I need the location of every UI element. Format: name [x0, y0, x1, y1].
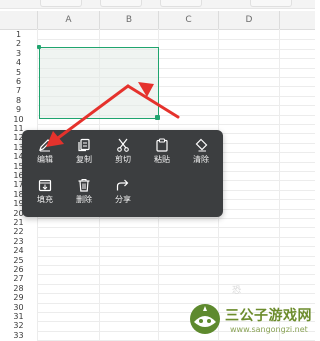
toolbar-tab[interactable]	[160, 0, 202, 7]
row-gridline	[37, 227, 315, 229]
row-header[interactable]: 24	[0, 246, 37, 255]
row-gridline	[37, 293, 315, 295]
fill-icon	[38, 179, 52, 192]
cut-menu-item[interactable]: 剪切	[108, 138, 138, 174]
row-header[interactable]: 29	[0, 293, 37, 302]
row-header[interactable]: 25	[0, 256, 37, 265]
watermark-title: 三公子游戏网	[225, 308, 312, 324]
delete-menu-item[interactable]: 删除	[69, 178, 99, 214]
row-header[interactable]: 3	[0, 49, 37, 58]
row-header[interactable]: 2	[0, 39, 37, 48]
row-gridline	[37, 265, 315, 266]
eraser-icon	[195, 138, 208, 152]
toolbar-tab[interactable]	[250, 0, 292, 7]
share-icon	[116, 179, 129, 191]
row-header[interactable]: 22	[0, 227, 37, 236]
row-gridline	[37, 39, 315, 41]
pencil-icon	[39, 139, 51, 152]
clipboard-icon	[156, 138, 168, 152]
paste-label: 粘贴	[154, 155, 170, 164]
column-header-a[interactable]: A	[38, 11, 100, 29]
row-gridline	[37, 283, 315, 285]
row-header[interactable]: 31	[0, 312, 37, 321]
row-header[interactable]: 27	[0, 274, 37, 283]
context-menu: 编辑 复制 剪切 粘贴 清除 填充 删除 分享	[22, 130, 223, 217]
clear-label: 清除	[193, 155, 209, 164]
copy-label: 复制	[76, 155, 92, 164]
share-label: 分享	[115, 195, 131, 204]
row-header[interactable]: 30	[0, 303, 37, 312]
selection-handle-top-left[interactable]	[37, 45, 41, 49]
row-header[interactable]: 21	[0, 218, 37, 227]
row-header[interactable]: 33	[0, 331, 37, 340]
toolbar-tab[interactable]	[100, 0, 142, 7]
column-header-bar: A B C D	[0, 11, 315, 30]
row-gridline	[37, 246, 315, 248]
toolbar-tab[interactable]	[40, 0, 82, 7]
scissors-icon	[117, 138, 129, 152]
row-header[interactable]: 26	[0, 265, 37, 274]
edit-menu-item[interactable]: 编辑	[30, 138, 60, 174]
faint-overlay-text: 恐	[232, 286, 242, 296]
delete-label: 删除	[76, 195, 92, 204]
copy-menu-item[interactable]: 复制	[69, 138, 99, 174]
row-header[interactable]: 4	[0, 58, 37, 67]
row-header[interactable]: 32	[0, 321, 37, 330]
column-header-d[interactable]: D	[219, 11, 280, 29]
row-header[interactable]: 1	[0, 30, 37, 39]
row-gridline	[37, 302, 315, 304]
top-toolbar-strip	[0, 0, 315, 9]
row-gridline	[37, 236, 315, 238]
row-header[interactable]: 9	[0, 105, 37, 114]
row-header[interactable]: 5	[0, 68, 37, 77]
cell-selection-range[interactable]	[39, 47, 159, 119]
fill-label: 填充	[37, 195, 53, 204]
trash-icon	[78, 179, 90, 192]
column-gridline	[279, 29, 280, 341]
row-gridline	[37, 255, 315, 257]
column-header-c[interactable]: C	[159, 11, 219, 29]
row-header[interactable]: 10	[0, 115, 37, 124]
row-header[interactable]: 23	[0, 237, 37, 246]
row-header[interactable]: 7	[0, 86, 37, 95]
row-gridline	[37, 218, 315, 219]
selection-handle-bottom-right[interactable]	[155, 115, 160, 120]
watermark-logo-icon	[190, 304, 220, 334]
row-gridline	[37, 274, 315, 276]
cut-label: 剪切	[115, 155, 131, 164]
row-header[interactable]: 6	[0, 77, 37, 86]
edit-label: 编辑	[37, 155, 53, 164]
row-header[interactable]: 8	[0, 96, 37, 105]
column-header-b[interactable]: B	[100, 11, 159, 29]
paste-menu-item[interactable]: 粘贴	[147, 138, 177, 174]
row-gridline	[37, 124, 315, 125]
clear-menu-item[interactable]: 清除	[186, 138, 216, 174]
watermark-url: www.sangongzi.net	[230, 325, 308, 334]
share-menu-item[interactable]: 分享	[108, 178, 138, 214]
row-header[interactable]: 28	[0, 284, 37, 293]
select-all-corner[interactable]	[0, 11, 38, 29]
fill-menu-item[interactable]: 填充	[30, 178, 60, 214]
copy-icon	[78, 138, 90, 152]
